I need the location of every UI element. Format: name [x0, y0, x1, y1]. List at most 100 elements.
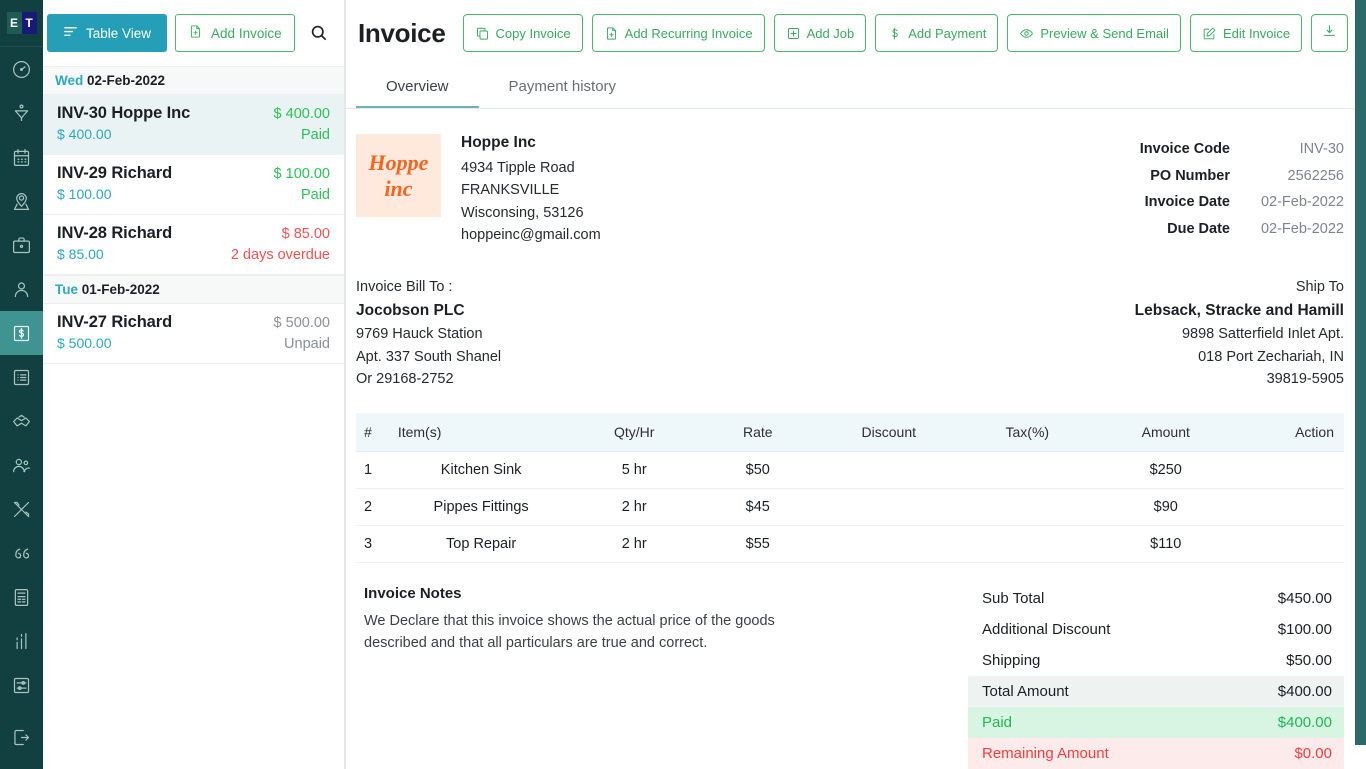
- ship-to-block: Ship To Lebsack, Stracke and Hamill 9898…: [1135, 277, 1344, 391]
- total-row: Paid $400.00: [968, 706, 1344, 738]
- logout-icon[interactable]: [0, 715, 43, 759]
- vertical-scrollbar[interactable]: [1355, 0, 1366, 769]
- row-index: 1: [356, 451, 390, 489]
- table-view-button[interactable]: Table View: [47, 14, 168, 52]
- user-icon[interactable]: [0, 267, 43, 311]
- file-plus-icon: [604, 26, 619, 41]
- document-icon[interactable]: [0, 575, 43, 619]
- total-value: $100.00: [1277, 620, 1332, 638]
- bill-to-block: Invoice Bill To : Jocobson PLC 9769 Hauc…: [356, 277, 501, 391]
- edit-invoice-button[interactable]: Edit Invoice: [1189, 14, 1303, 52]
- table-view-label: Table View: [86, 25, 152, 41]
- et-logo[interactable]: E T: [0, 0, 43, 47]
- copy-invoice-button[interactable]: Copy Invoice: [462, 14, 583, 52]
- add-recurring-invoice-button-label: Add Recurring Invoice: [624, 25, 753, 41]
- invoice-meta-value: 02-Feb-2022: [1260, 220, 1344, 237]
- sidebar-item-invoices[interactable]: [0, 311, 43, 355]
- download-button[interactable]: [1311, 14, 1349, 52]
- row-index: 2: [356, 488, 390, 526]
- logo-line-1: Hoppe: [368, 149, 429, 175]
- add-recurring-invoice-button[interactable]: Add Recurring Invoice: [591, 14, 765, 52]
- invoice-list-item-title: INV-30 Hoppe Inc: [57, 104, 191, 122]
- row-item: Top Repair: [389, 525, 573, 563]
- add-payment-button[interactable]: Add Payment: [875, 14, 999, 52]
- total-label: Paid: [982, 713, 1013, 731]
- total-label: Sub Total: [982, 589, 1045, 607]
- map-pin-icon[interactable]: [0, 179, 43, 223]
- column-header: Tax(%): [958, 412, 1097, 452]
- invoice-list-item-paid-amount: $ 400.00: [57, 126, 112, 142]
- table-header-row: # Item(s) Qty/Hr Rate Discount Tax(%) Amount Ac…: [356, 412, 1344, 452]
- page-title: Invoice: [358, 17, 446, 48]
- invoice-meta-row: Due Date 02-Feb-2022: [1140, 216, 1344, 243]
- row-item: Kitchen Sink: [389, 451, 573, 489]
- org-address-line: 4934 Tipple Road: [461, 160, 575, 176]
- invoice-list-item-title: INV-28 Richard: [57, 224, 173, 242]
- invoice-list-item[interactable]: INV-28 Richard $ 85.00 $ 85.00 2 days overd…: [43, 215, 344, 275]
- list-icon[interactable]: [0, 355, 43, 399]
- search-icon[interactable]: [303, 17, 335, 49]
- tab-payment-history[interactable]: Payment history: [479, 66, 647, 108]
- icon-rail: E T: [0, 0, 43, 769]
- invoice-list-item-status: 2 days overdue: [230, 247, 330, 263]
- row-index: 3: [356, 525, 390, 563]
- plus-square-icon: [786, 26, 801, 41]
- logo-letter-t: T: [21, 12, 37, 34]
- invoice-date-header: Tue 01-Feb-2022: [43, 275, 344, 304]
- preview-send-email-button[interactable]: Preview & Send Email: [1007, 14, 1181, 52]
- copy-invoice-button-label: Copy Invoice: [495, 25, 571, 41]
- org-name: Hoppe Inc: [461, 134, 536, 151]
- invoice-list-item-amount: $ 100.00: [273, 166, 330, 182]
- sliders-icon[interactable]: [0, 663, 43, 707]
- bill-to-label: Invoice Bill To :: [356, 278, 453, 295]
- briefcase-icon[interactable]: [0, 223, 43, 267]
- invoice-list-panel: Table View Add Invoice Wed 02-Feb-2022 IN…: [43, 0, 345, 769]
- bar-chart-icon[interactable]: [0, 619, 43, 663]
- add-invoice-label: Add Invoice: [211, 25, 282, 41]
- invoice-meta: Invoice Code INV-30 PO Number 2562256 Invoic…: [1140, 134, 1344, 247]
- total-value: $50.00: [1286, 651, 1332, 669]
- invoice-meta-row: Invoice Code INV-30: [1140, 136, 1344, 163]
- app-root: E T Table View Add Invoice Wed 02-Feb-20…: [0, 0, 1366, 769]
- tools-icon[interactable]: [0, 487, 43, 531]
- quote-icon[interactable]: [0, 531, 43, 575]
- invoice-notes: Invoice Notes We Declare that this invoi…: [356, 575, 968, 769]
- date-value: 02-Feb-2022: [87, 73, 166, 88]
- invoice-list-item-paid-amount: $ 500.00: [57, 335, 112, 351]
- total-row: Sub Total $450.00: [968, 583, 1344, 614]
- items-table-head: # Item(s) Qty/Hr Rate Discount Tax(%) Amount Ac…: [356, 412, 1344, 452]
- row-amount: $250: [1096, 451, 1235, 489]
- invoice-detail-pane: Invoice Copy Invoice Add Recurring Invoic…: [345, 0, 1366, 769]
- calendar-icon[interactable]: [0, 135, 43, 179]
- invoice-list-item[interactable]: INV-29 Richard $ 100.00 $ 100.00 Paid: [43, 155, 344, 215]
- gauge-icon[interactable]: [0, 47, 43, 91]
- row-tax: [958, 525, 1097, 563]
- invoice-list-item-amount: $ 500.00: [273, 315, 330, 331]
- invoice-list-item[interactable]: INV-30 Hoppe Inc $ 400.00 $ 400.00 Paid: [43, 95, 344, 155]
- eye-icon: [1019, 26, 1034, 41]
- funnel-icon[interactable]: [0, 91, 43, 135]
- pencil-square-icon: [1202, 26, 1217, 41]
- ship-to-address: 9898 Satterfield Inlet Apt. 018 Port Zech…: [1182, 323, 1344, 390]
- detail-toolbar: Invoice Copy Invoice Add Recurring Invoic…: [346, 0, 1366, 66]
- logo-line-2: inc: [384, 175, 413, 201]
- invoice-list-item-title: INV-27 Richard: [57, 313, 173, 331]
- date-value: 01-Feb-2022: [81, 282, 160, 297]
- invoice-list-item-status: Unpaid: [284, 336, 330, 352]
- ship-to-line: 9898 Satterfield Inlet Apt.: [1181, 326, 1344, 343]
- ship-to-line: 018 Port Zechariah, IN: [1198, 348, 1344, 365]
- users-icon[interactable]: [0, 443, 43, 487]
- scrollbar-thumb[interactable]: [1355, 0, 1366, 745]
- ship-to-name: Lebsack, Stracke and Hamill: [1134, 301, 1344, 319]
- org-address-line: hoppeinc@gmail.com: [461, 227, 601, 244]
- handshake-icon[interactable]: [0, 399, 43, 443]
- file-plus-icon: [188, 24, 203, 42]
- invoice-list-item[interactable]: INV-27 Richard $ 500.00 $ 500.00 Unpaid: [43, 304, 344, 364]
- column-header: Item(s): [389, 412, 573, 452]
- add-job-button[interactable]: Add Job: [773, 14, 867, 52]
- dollar-icon: [13, 325, 30, 341]
- tab-overview[interactable]: Overview: [356, 66, 479, 108]
- column-header: Action: [1235, 412, 1344, 452]
- row-rate: $55: [696, 525, 820, 563]
- add-invoice-button[interactable]: Add Invoice: [175, 14, 295, 52]
